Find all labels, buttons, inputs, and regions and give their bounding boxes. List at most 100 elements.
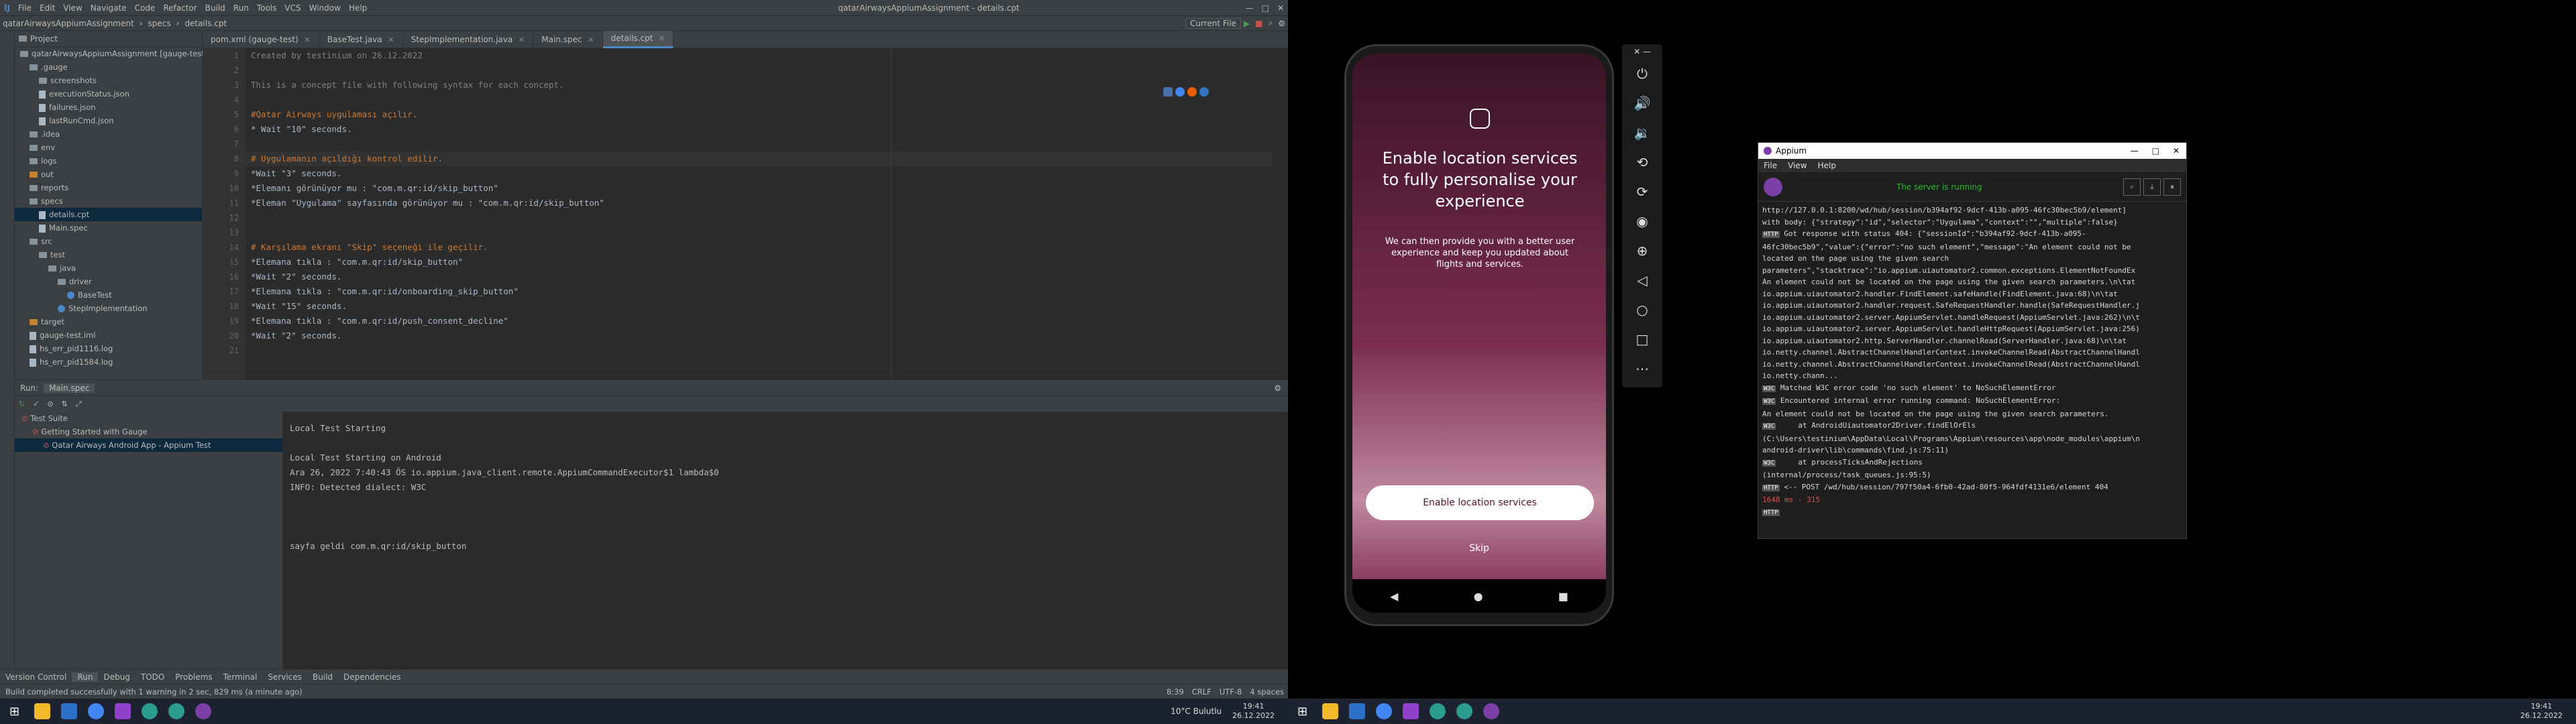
skip-button[interactable]: Skip (1352, 543, 1606, 554)
cursor-position[interactable]: 8:39 (1163, 687, 1188, 697)
tree-item[interactable]: env (15, 141, 202, 154)
firefox-icon[interactable] (1187, 87, 1197, 97)
tool-window-tab[interactable]: Problems (170, 672, 217, 682)
tool-window-tab[interactable]: Terminal (218, 672, 263, 682)
editor-tab[interactable]: BaseTest.java × (319, 30, 403, 48)
tool-window-tab[interactable]: Services (262, 672, 307, 682)
tool-window-tab[interactable]: Debug (98, 672, 135, 682)
editor-tab[interactable]: StepImplementation.java × (403, 30, 534, 48)
line-separator[interactable]: CRLF (1188, 687, 1216, 697)
tree-item[interactable]: java (15, 261, 202, 275)
tab-close-icon[interactable]: × (518, 35, 525, 44)
search-icon[interactable]: ⌕ (1266, 18, 1276, 28)
chrome-icon[interactable] (1175, 87, 1185, 97)
menu-item[interactable]: View (59, 3, 86, 13)
stop-icon[interactable]: ■ (1252, 19, 1265, 28)
maximize-icon[interactable]: □ (1258, 3, 1273, 13)
editor-tab[interactable]: pom.xml (gauge-test) × (203, 30, 319, 48)
chrome-taskbar-icon[interactable] (88, 703, 105, 719)
tree-item[interactable]: Main.spec (15, 221, 202, 235)
tree-item[interactable]: hs_err_pid1584.log (15, 355, 202, 369)
minimize-icon[interactable]: — (1242, 3, 1258, 13)
back-icon[interactable]: ◀ (1390, 590, 1398, 603)
menu-item[interactable]: Edit (36, 3, 59, 13)
breadcrumb-file[interactable]: details.cpt (182, 19, 229, 28)
weather-widget[interactable]: 10°C Bulutlu (1171, 707, 1232, 716)
indent-setting[interactable]: 4 spaces (1246, 687, 1288, 697)
clock[interactable]: 19:41 26.12.2022 (1232, 702, 1288, 721)
tree-item[interactable]: StepImplementation (15, 302, 202, 315)
appium-taskbar-icon[interactable] (195, 703, 212, 719)
breadcrumb-root[interactable]: qatarAirwaysAppiumAssignment (0, 19, 137, 28)
power-icon[interactable]: ⏻ (1622, 59, 1662, 88)
run-tab[interactable]: Main.spec (44, 383, 95, 393)
code-editor[interactable]: Created by testinium on 26.12.2022 This i… (246, 48, 1272, 379)
tab-close-icon[interactable]: × (388, 35, 394, 44)
tree-item[interactable]: .idea (15, 127, 202, 141)
volume-up-icon[interactable]: 🔊 (1622, 88, 1662, 118)
run-config-select[interactable]: Current File (1185, 17, 1241, 29)
settings-icon[interactable]: ⚙ (1275, 19, 1288, 28)
expand-icon[interactable]: ⤢ (72, 400, 86, 409)
run-settings-icon[interactable]: ⚙ (1274, 383, 1288, 393)
appium-menu-item[interactable]: File (1758, 161, 1782, 170)
edge-icon[interactable] (1199, 87, 1209, 97)
pause-icon[interactable]: ⏸ (2163, 178, 2181, 196)
skype-icon-right[interactable] (1430, 703, 1446, 719)
file-encoding[interactable]: UTF-8 (1216, 687, 1246, 697)
emulator-window-controls[interactable]: ✕ — (1622, 44, 1662, 59)
menu-item[interactable]: Tools (253, 3, 281, 13)
tree-item[interactable]: qatarAirwaysAppiumAssignment [gauge-test… (15, 47, 207, 60)
tree-item[interactable]: failures.json (15, 101, 202, 114)
cancel-icon[interactable]: ⊘ (43, 400, 57, 408)
tab-close-icon[interactable]: × (304, 35, 311, 44)
more-icon[interactable]: ⋯ (1622, 354, 1662, 383)
rotate-right-icon[interactable]: ⟳ (1622, 177, 1662, 206)
tree-item[interactable]: .gauge (15, 60, 202, 74)
intellij-icon-right[interactable] (1403, 703, 1419, 719)
tree-item[interactable]: screenshots (15, 74, 202, 87)
zoom-icon[interactable]: ⊕ (1622, 236, 1662, 265)
file-explorer-icon-right[interactable] (1322, 703, 1339, 719)
tree-item[interactable]: gauge-test.iml (15, 328, 202, 342)
download-logs-icon[interactable]: ⤓ (2143, 178, 2161, 196)
server-log[interactable]: http://127.0.0.1:8200/wd/hub/session/b39… (1758, 202, 2186, 522)
appium-minimize-icon[interactable]: — (2124, 146, 2145, 156)
rerun-icon[interactable]: ↻ (15, 400, 29, 408)
breadcrumb-specs[interactable]: specs (146, 19, 174, 28)
tool-window-tab[interactable]: Version Control (0, 672, 72, 682)
tree-item[interactable]: test (15, 248, 202, 261)
tree-item[interactable]: executionStatus.json (15, 87, 202, 101)
start-icon-right[interactable]: ⊞ (1288, 705, 1317, 719)
camera-icon[interactable]: ◉ (1622, 206, 1662, 236)
tool-window-tab[interactable]: Dependencies (338, 672, 406, 682)
skype-icon[interactable] (142, 703, 158, 719)
menu-item[interactable]: Build (201, 3, 229, 13)
tool-window-tab[interactable]: Build (307, 672, 338, 682)
editor-tab[interactable]: details.cpt × (602, 30, 674, 48)
project-title[interactable]: Project (30, 34, 58, 44)
appium-menu-item[interactable]: Help (1813, 161, 1841, 170)
menu-item[interactable]: Help (345, 3, 371, 13)
editor-tab[interactable]: Main.spec × (533, 30, 603, 48)
tree-item[interactable]: driver (15, 275, 202, 288)
app-icon[interactable] (168, 703, 185, 719)
tab-close-icon[interactable]: × (658, 34, 665, 43)
menu-item[interactable]: File (14, 3, 36, 13)
menu-item[interactable]: Window (305, 3, 345, 13)
tree-item[interactable]: details.cpt (15, 208, 202, 221)
menu-item[interactable]: Refactor (159, 3, 201, 13)
rotate-left-icon[interactable]: ⟲ (1622, 147, 1662, 177)
intellij-taskbar-icon[interactable] (115, 703, 131, 719)
back-nav-icon[interactable]: ◁ (1622, 265, 1662, 295)
file-explorer-icon[interactable] (34, 703, 51, 719)
chrome-icon-right[interactable] (1376, 703, 1393, 719)
tree-item[interactable]: out (15, 168, 202, 181)
tree-item[interactable]: reports (15, 181, 202, 194)
appium-menu-item[interactable]: View (1782, 161, 1812, 170)
intellij-icon[interactable] (1163, 87, 1173, 97)
appium-maximize-icon[interactable]: □ (2145, 146, 2166, 156)
start-icon[interactable]: ⊞ (0, 705, 29, 719)
check-icon[interactable]: ✓ (29, 400, 43, 408)
run-icon[interactable]: ▶ (1241, 19, 1252, 28)
